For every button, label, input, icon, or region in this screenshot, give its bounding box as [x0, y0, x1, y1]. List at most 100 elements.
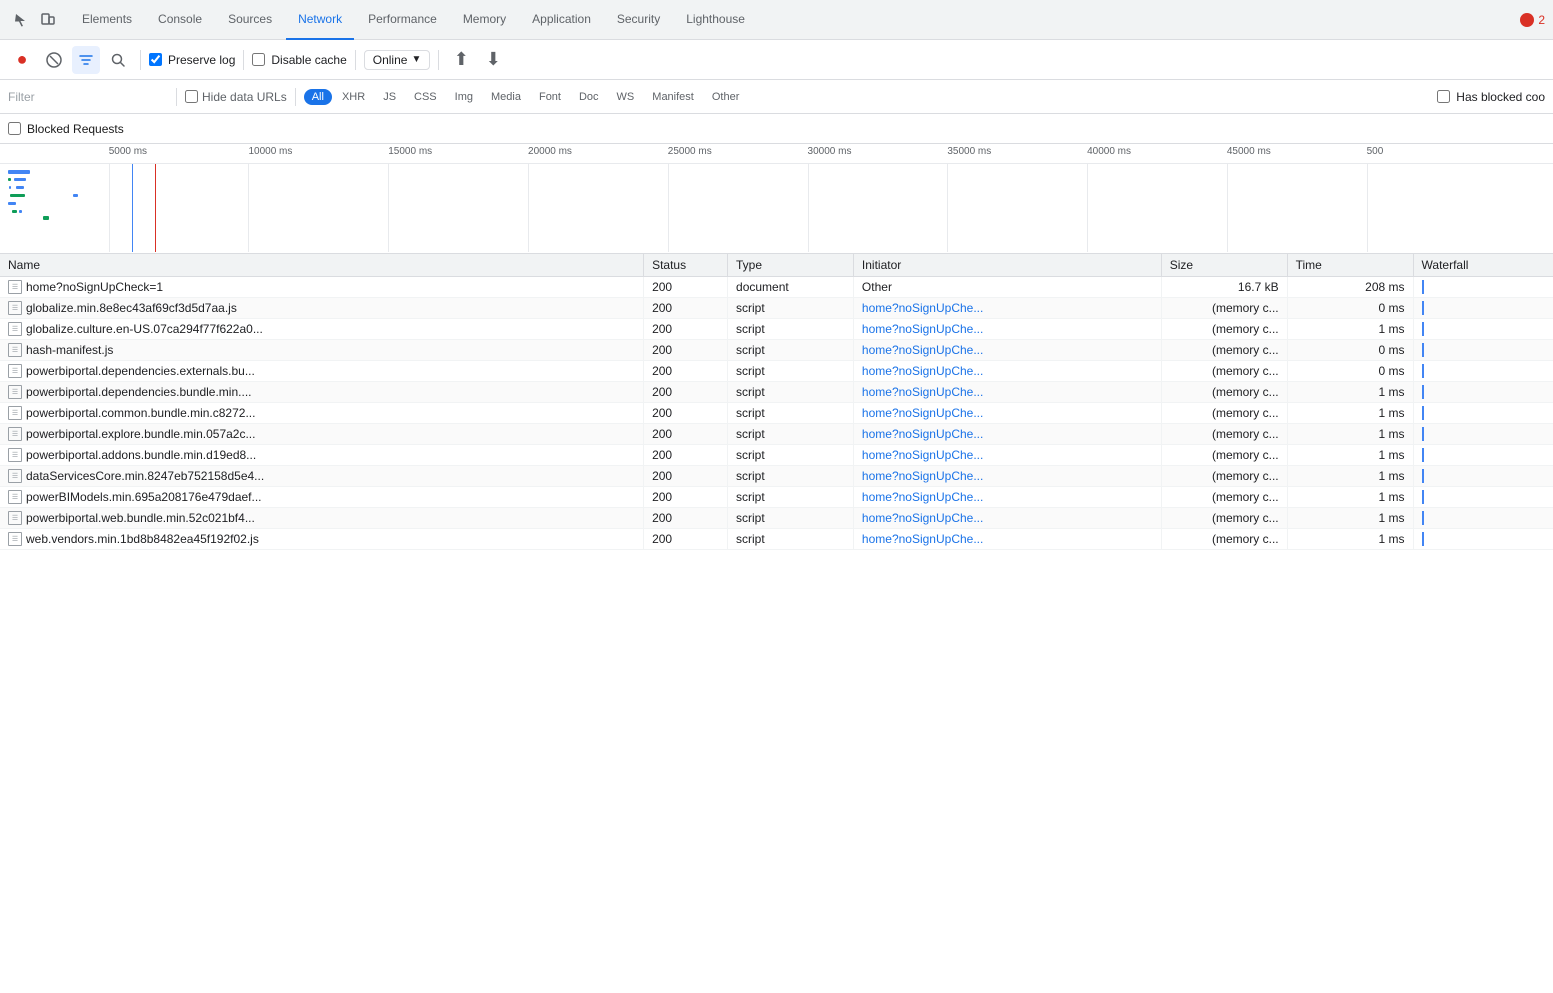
initiator-link[interactable]: home?noSignUpChe... — [862, 448, 983, 462]
blocked-requests-checkbox[interactable] — [8, 122, 21, 135]
network-table-container[interactable]: Name Status Type Initiator Size Time Wat… — [0, 254, 1553, 956]
has-blocked-checkbox[interactable] — [1437, 90, 1450, 103]
col-status[interactable]: Status — [644, 254, 728, 277]
filter-type-all[interactable]: All — [304, 89, 332, 105]
col-size[interactable]: Size — [1161, 254, 1287, 277]
row-initiator[interactable]: home?noSignUpChe... — [853, 340, 1161, 361]
row-initiator[interactable]: home?noSignUpChe... — [853, 508, 1161, 529]
table-row[interactable]: ☰globalize.culture.en-US.07ca294f77f622a… — [0, 319, 1553, 340]
initiator-link[interactable]: home?noSignUpChe... — [862, 511, 983, 525]
tab-elements[interactable]: Elements — [70, 0, 144, 40]
preserve-log-label[interactable]: Preserve log — [149, 53, 235, 67]
table-row[interactable]: ☰web.vendors.min.1bd8b8482ea45f192f02.js… — [0, 529, 1553, 550]
table-row[interactable]: ☰home?noSignUpCheck=1200documentOther16.… — [0, 277, 1553, 298]
tab-memory[interactable]: Memory — [451, 0, 518, 40]
row-initiator[interactable]: home?noSignUpChe... — [853, 403, 1161, 424]
tab-sources[interactable]: Sources — [216, 0, 284, 40]
row-initiator[interactable]: home?noSignUpChe... — [853, 445, 1161, 466]
hide-data-urls-label[interactable]: Hide data URLs — [185, 90, 287, 104]
initiator-link[interactable]: home?noSignUpChe... — [862, 406, 983, 420]
initiator-link[interactable]: home?noSignUpChe... — [862, 385, 983, 399]
table-body: ☰home?noSignUpCheck=1200documentOther16.… — [0, 277, 1553, 550]
file-icon: ☰ — [8, 532, 22, 546]
col-time[interactable]: Time — [1287, 254, 1413, 277]
tab-console[interactable]: Console — [146, 0, 214, 40]
row-size: (memory c... — [1161, 466, 1287, 487]
disable-cache-text: Disable cache — [271, 53, 346, 67]
table-row[interactable]: ☰globalize.min.8e8ec43af69cf3d5d7aa.js20… — [0, 298, 1553, 319]
row-type: script — [728, 340, 854, 361]
hide-data-urls-checkbox[interactable] — [185, 90, 198, 103]
filter-type-manifest[interactable]: Manifest — [644, 89, 702, 105]
table-row[interactable]: ☰powerbiportal.addons.bundle.min.d19ed8.… — [0, 445, 1553, 466]
row-name: globalize.min.8e8ec43af69cf3d5d7aa.js — [26, 301, 237, 315]
filter-type-css[interactable]: CSS — [406, 89, 445, 105]
row-name: powerbiportal.dependencies.externals.bu.… — [26, 364, 255, 378]
export-button[interactable]: ⬇ — [479, 46, 507, 74]
initiator-link[interactable]: home?noSignUpChe... — [862, 427, 983, 441]
row-initiator[interactable]: home?noSignUpChe... — [853, 529, 1161, 550]
filter-type-media[interactable]: Media — [483, 89, 529, 105]
col-type[interactable]: Type — [728, 254, 854, 277]
filter-type-js[interactable]: JS — [375, 89, 404, 105]
filter-toggle-button[interactable] — [72, 46, 100, 74]
throttle-select[interactable]: Online ▼ — [364, 50, 431, 70]
row-initiator[interactable]: home?noSignUpChe... — [853, 361, 1161, 382]
filter-type-xhr[interactable]: XHR — [334, 89, 373, 105]
table-row[interactable]: ☰powerBIModels.min.695a208176e479daef...… — [0, 487, 1553, 508]
filter-type-img[interactable]: Img — [447, 89, 481, 105]
col-waterfall[interactable]: Waterfall — [1413, 254, 1553, 277]
disable-cache-label[interactable]: Disable cache — [252, 53, 346, 67]
initiator-link[interactable]: home?noSignUpChe... — [862, 469, 983, 483]
col-initiator[interactable]: Initiator — [853, 254, 1161, 277]
search-button[interactable] — [104, 46, 132, 74]
initiator-link[interactable]: home?noSignUpChe... — [862, 343, 983, 357]
tab-security[interactable]: Security — [605, 0, 672, 40]
row-size: (memory c... — [1161, 487, 1287, 508]
table-row[interactable]: ☰powerbiportal.explore.bundle.min.057a2c… — [0, 424, 1553, 445]
preserve-log-checkbox[interactable] — [149, 53, 162, 66]
tab-application[interactable]: Application — [520, 0, 603, 40]
tab-network[interactable]: Network — [286, 0, 354, 40]
tab-lighthouse[interactable]: Lighthouse — [674, 0, 757, 40]
file-icon: ☰ — [8, 343, 22, 357]
row-initiator[interactable]: home?noSignUpChe... — [853, 487, 1161, 508]
initiator-link[interactable]: home?noSignUpChe... — [862, 532, 983, 546]
initiator-link[interactable]: home?noSignUpChe... — [862, 490, 983, 504]
table-row[interactable]: ☰powerbiportal.web.bundle.min.52c021bf4.… — [0, 508, 1553, 529]
error-indicator[interactable]: 2 — [1520, 13, 1545, 27]
initiator-link[interactable]: home?noSignUpChe... — [862, 322, 983, 336]
row-status: 200 — [644, 277, 728, 298]
col-name[interactable]: Name — [0, 254, 644, 277]
table-row[interactable]: ☰powerbiportal.dependencies.externals.bu… — [0, 361, 1553, 382]
timeline-body[interactable] — [0, 164, 1553, 252]
row-type: script — [728, 424, 854, 445]
tab-performance[interactable]: Performance — [356, 0, 449, 40]
record-button[interactable]: ● — [8, 46, 36, 74]
file-icon: ☰ — [8, 427, 22, 441]
initiator-link[interactable]: home?noSignUpChe... — [862, 364, 983, 378]
table-row[interactable]: ☰powerbiportal.dependencies.bundle.min..… — [0, 382, 1553, 403]
clear-button[interactable] — [40, 46, 68, 74]
row-initiator[interactable]: home?noSignUpChe... — [853, 298, 1161, 319]
filter-type-ws[interactable]: WS — [609, 89, 643, 105]
import-button[interactable]: ⬆ — [447, 46, 475, 74]
filter-type-other[interactable]: Other — [704, 89, 748, 105]
table-row[interactable]: ☰hash-manifest.js200scripthome?noSignUpC… — [0, 340, 1553, 361]
table-row[interactable]: ☰powerbiportal.common.bundle.min.c8272..… — [0, 403, 1553, 424]
row-name: powerbiportal.addons.bundle.min.d19ed8..… — [26, 448, 256, 462]
row-initiator[interactable]: home?noSignUpChe... — [853, 319, 1161, 340]
filter-input[interactable] — [8, 90, 168, 104]
device-icon[interactable] — [36, 8, 60, 32]
row-initiator[interactable]: home?noSignUpChe... — [853, 382, 1161, 403]
row-type: script — [728, 361, 854, 382]
row-initiator[interactable]: home?noSignUpChe... — [853, 466, 1161, 487]
disable-cache-checkbox[interactable] — [252, 53, 265, 66]
row-initiator[interactable]: home?noSignUpChe... — [853, 424, 1161, 445]
row-time: 208 ms — [1287, 277, 1413, 298]
initiator-link[interactable]: home?noSignUpChe... — [862, 301, 983, 315]
filter-type-doc[interactable]: Doc — [571, 89, 607, 105]
filter-type-font[interactable]: Font — [531, 89, 569, 105]
table-row[interactable]: ☰dataServicesCore.min.8247eb752158d5e4..… — [0, 466, 1553, 487]
cursor-icon[interactable] — [8, 8, 32, 32]
